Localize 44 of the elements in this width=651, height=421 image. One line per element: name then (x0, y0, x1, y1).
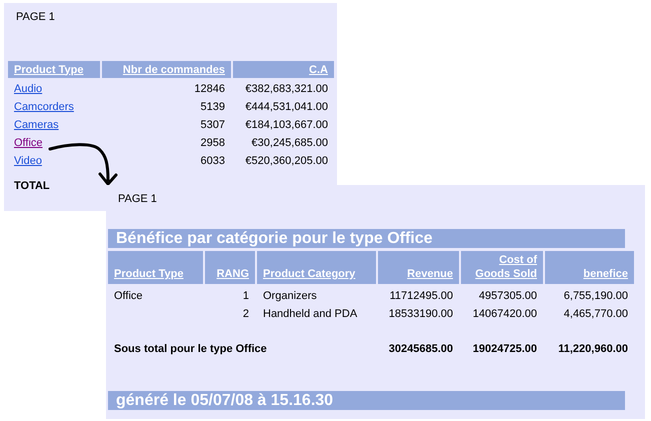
table-cell: Handheld and PDA (263, 308, 358, 320)
column-link[interactable]: Product Type (14, 64, 84, 76)
page-label: PAGE 1 (117, 192, 158, 207)
table-cell: 30245685.00 (388, 343, 453, 355)
table-cell: 12846 (194, 83, 225, 95)
category-link[interactable]: Cameras (14, 119, 59, 131)
table-cell: €382,683,321.00 (245, 83, 328, 95)
table-cell: 4957305.00 (478, 290, 537, 302)
table-cell: 2958 (200, 137, 225, 149)
table-cell: 11,220,960.00 (558, 343, 628, 355)
column-link[interactable]: benefice (583, 267, 628, 281)
table-cell: 1 (242, 290, 249, 302)
table-cell: 6,755,190.00 (564, 290, 628, 302)
table-cell: 14067420.00 (472, 308, 537, 320)
table-cell: €184,103,667.00 (245, 119, 328, 131)
table-cell: Organizers (263, 290, 317, 302)
page-label: PAGE 1 (15, 10, 56, 25)
total-label: TOTAL (13, 179, 51, 192)
column-link[interactable]: Cost of Goods Sold (467, 253, 537, 281)
column-link[interactable]: C.A (309, 64, 328, 76)
table-cell: 2 (242, 308, 249, 320)
table-cell: 5139 (200, 101, 225, 113)
table-cell: 5307 (200, 119, 225, 131)
column-link[interactable]: Nbr de commandes (122, 64, 225, 76)
table-cell: €30,245,685.00 (252, 137, 328, 149)
category-link[interactable]: Audio (14, 83, 42, 95)
table-cell: 19024725.00 (472, 343, 537, 355)
column-link[interactable]: Product Type (114, 267, 184, 281)
table-cell: 18533190.00 (388, 308, 453, 320)
category-link[interactable]: Office (14, 137, 43, 149)
table-cell: 4,465,770.00 (564, 308, 628, 320)
table-cell: €444,531,041.00 (245, 101, 328, 113)
table-cell: 6033 (200, 155, 225, 167)
subtotal-label: Sous total pour le type Office (114, 343, 267, 355)
generated-footer: généré le 05/07/08 à 15.16.30 (108, 391, 625, 410)
table-cell: 11712495.00 (390, 290, 453, 302)
column-link[interactable]: Revenue (407, 267, 453, 281)
category-link[interactable]: Video (14, 155, 42, 167)
category-link[interactable]: Camcorders (14, 101, 74, 113)
table-cell: Office (114, 290, 143, 302)
column-link[interactable]: Product Category (263, 267, 356, 281)
column-link[interactable]: RANG (216, 267, 249, 281)
report-title: Bénéfice par catégorie pour le type Office (108, 229, 625, 248)
table-cell: €520,360,205.00 (245, 155, 328, 167)
